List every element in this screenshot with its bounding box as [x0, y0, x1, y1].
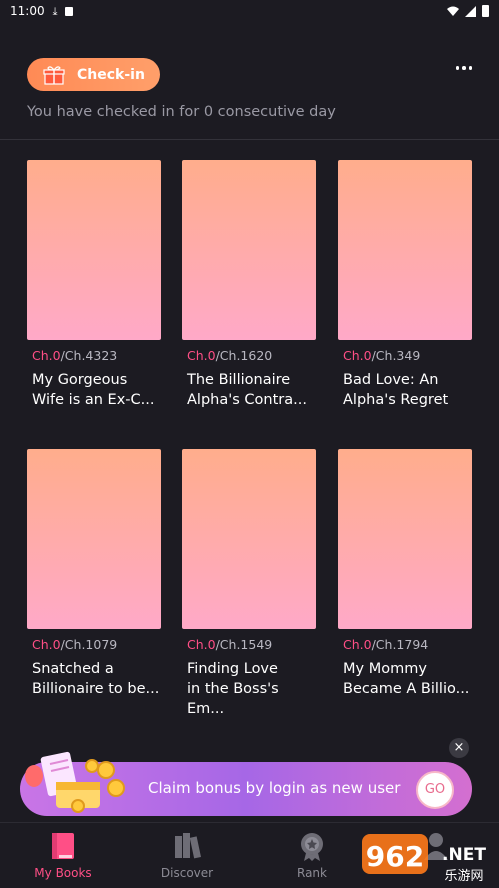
svg-text:乐游网: 乐游网 [444, 869, 483, 884]
book-title[interactable]: Bad Love: An Alpha's Regret [338, 370, 472, 410]
bookshelf-icon [175, 833, 201, 859]
current-chapter: Ch.0 [187, 348, 216, 363]
svg-text:962: 962 [366, 840, 424, 873]
book-card[interactable]: Ch.0/Ch.1794 My Mommy Became A Billio... [338, 449, 472, 699]
book-title[interactable]: My Mommy Became A Billio... [338, 659, 472, 699]
book-title[interactable]: Finding Love in the Boss's Em... [182, 659, 316, 719]
current-chapter: Ch.0 [343, 348, 372, 363]
more-dot-icon [455, 66, 460, 70]
tab-label: Rank [297, 866, 327, 880]
book-icon [52, 833, 74, 859]
tab-label: Discover [160, 866, 214, 880]
book-card[interactable]: Ch.0/Ch.4323 My Gorgeous Wife is an Ex-C… [27, 160, 161, 410]
total-chapters: /Ch.1794 [371, 637, 429, 652]
tab-label: My Books [34, 866, 92, 880]
checkin-status-text: You have checked in for 0 consecutive da… [27, 104, 336, 120]
book-card[interactable]: Ch.0/Ch.1079 Snatched a Billionaire to b… [27, 449, 161, 699]
medal-icon [301, 833, 323, 861]
total-chapters: /Ch.349 [371, 348, 421, 363]
book-cover[interactable] [182, 160, 316, 340]
book-cover[interactable] [27, 449, 161, 629]
tab-my-books[interactable]: My Books [13, 823, 113, 888]
book-title[interactable]: The Billionaire Alpha's Contra... [182, 370, 316, 410]
book-card[interactable]: Ch.0/Ch.349 Bad Love: An Alpha's Regret [338, 160, 472, 410]
checkin-button[interactable]: Check-in [27, 58, 160, 91]
signal-icon [465, 5, 476, 17]
more-options-button[interactable] [452, 60, 476, 76]
total-chapters: /Ch.1549 [215, 637, 273, 652]
chapter-progress: Ch.0/Ch.1079 [27, 637, 161, 652]
chapter-progress: Ch.0/Ch.349 [338, 348, 472, 363]
watermark-logo: 962 .NET 乐游网 [362, 834, 486, 884]
close-banner-button[interactable]: × [449, 738, 469, 758]
book-cover[interactable] [27, 160, 161, 340]
total-chapters: /Ch.1620 [215, 348, 273, 363]
bonus-banner-text[interactable]: Claim bonus by login as new user [148, 779, 400, 797]
chapter-progress: Ch.0/Ch.1620 [182, 348, 316, 363]
book-card[interactable]: Ch.0/Ch.1620 The Billionaire Alpha's Con… [182, 160, 316, 410]
go-button[interactable]: GO [416, 771, 454, 809]
status-bar: 11:00 ⤓ [0, 0, 499, 22]
total-chapters: /Ch.4323 [60, 348, 118, 363]
notification-icon [65, 6, 74, 16]
checkin-label: Check-in [77, 66, 145, 83]
book-title[interactable]: Snatched a Billionaire to be... [27, 659, 161, 699]
book-title[interactable]: My Gorgeous Wife is an Ex-C... [27, 370, 161, 410]
total-chapters: /Ch.1079 [60, 637, 118, 652]
wifi-icon [447, 6, 459, 16]
current-chapter: Ch.0 [32, 637, 61, 652]
download-icon: ⤓ [52, 4, 58, 18]
current-chapter: Ch.0 [187, 637, 216, 652]
svg-text:.NET: .NET [442, 845, 486, 865]
more-dot-icon [462, 66, 466, 70]
current-chapter: Ch.0 [32, 348, 61, 363]
tab-rank[interactable]: Rank [262, 823, 362, 888]
chapter-progress: Ch.0/Ch.4323 [27, 348, 161, 363]
book-cover[interactable] [338, 449, 472, 629]
coin-chest-icon [25, 751, 125, 813]
book-card[interactable]: Ch.0/Ch.1549 Finding Love in the Boss's … [182, 449, 316, 719]
header-divider [0, 139, 499, 140]
battery-icon [482, 5, 489, 17]
clock: 11:00 [10, 4, 45, 18]
tab-discover[interactable]: Discover [137, 823, 237, 888]
book-cover[interactable] [182, 449, 316, 629]
book-cover[interactable] [338, 160, 472, 340]
chapter-progress: Ch.0/Ch.1549 [182, 637, 316, 652]
current-chapter: Ch.0 [343, 637, 372, 652]
more-dot-icon [468, 66, 473, 70]
chapter-progress: Ch.0/Ch.1794 [338, 637, 472, 652]
gift-icon [43, 65, 65, 85]
